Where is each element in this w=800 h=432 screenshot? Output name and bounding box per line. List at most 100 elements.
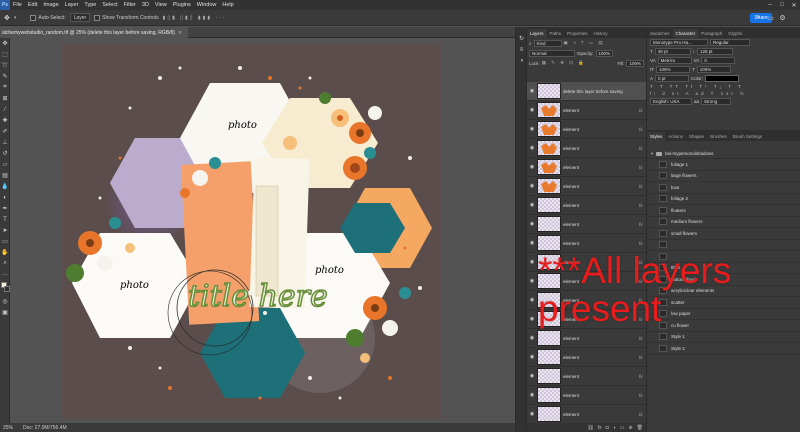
- move-tool-icon[interactable]: ✥: [4, 14, 10, 22]
- menu-type[interactable]: Type: [81, 2, 99, 8]
- style-item[interactable]: Style 1: [647, 332, 800, 343]
- eye-icon[interactable]: ◉: [529, 354, 535, 360]
- layer-row[interactable]: ◉ element fx: [527, 177, 647, 196]
- vertical-scale-field[interactable]: 100%: [656, 66, 690, 73]
- show-transform-checkbox[interactable]: [94, 14, 101, 21]
- type-style-buttons[interactable]: T T TT Tt T¹ T₁ T T: [647, 83, 800, 90]
- blend-mode-dropdown[interactable]: Normal: [529, 49, 575, 57]
- folder-icon[interactable]: ▭: [620, 425, 625, 431]
- eye-icon[interactable]: ◉: [529, 297, 535, 303]
- brush-tool-icon[interactable]: ✐: [0, 126, 10, 137]
- tab-actions[interactable]: Actions: [665, 132, 686, 141]
- path-select-tool-icon[interactable]: ➤: [0, 225, 10, 236]
- align-icons[interactable]: ▮▯▮ ▯▮▯ ▮▮▮ ···: [163, 15, 227, 21]
- quick-mask-icon[interactable]: ◎: [0, 296, 10, 307]
- menu-file[interactable]: File: [10, 2, 25, 8]
- close-icon[interactable]: ✕: [788, 0, 800, 10]
- style-item[interactable]: medium flowers: [647, 217, 800, 228]
- canvas-area[interactable]: photo photo photo title here: [10, 38, 515, 423]
- clone-stamp-tool-icon[interactable]: ⊥: [0, 137, 10, 148]
- minimize-icon[interactable]: –: [764, 0, 776, 10]
- styles-group[interactable]: ▾ bsi-mypersonalshadows: [647, 149, 800, 159]
- menu-filter[interactable]: Filter: [121, 2, 139, 8]
- workspace-icon[interactable]: ▭: [766, 13, 775, 22]
- adjustment-icon[interactable]: ◑: [613, 425, 616, 431]
- menu-edit[interactable]: Edit: [25, 2, 40, 8]
- eye-icon[interactable]: ◉: [529, 411, 535, 417]
- menu-image[interactable]: Image: [40, 2, 61, 8]
- photoshop-logo[interactable]: Ps: [0, 0, 10, 10]
- tracking-field[interactable]: 0: [701, 57, 736, 64]
- fill-field[interactable]: 100%: [626, 59, 644, 67]
- tab-glyphs[interactable]: Glyphs: [725, 29, 745, 38]
- type-tool-icon[interactable]: T: [0, 214, 10, 225]
- menu-help[interactable]: Help: [219, 2, 236, 8]
- eye-icon[interactable]: ◉: [529, 335, 535, 341]
- eye-icon[interactable]: ◉: [529, 221, 535, 227]
- crop-tool-icon[interactable]: ⌗: [0, 82, 10, 93]
- kerning-field[interactable]: Metrics: [657, 57, 692, 64]
- link-icon[interactable]: ⛓: [587, 425, 593, 431]
- eye-icon[interactable]: ◉: [529, 316, 535, 322]
- eye-icon[interactable]: ◉: [529, 183, 535, 189]
- baseline-field[interactable]: 0 pt: [655, 75, 690, 82]
- style-item[interactable]: small flowers: [647, 228, 800, 240]
- layer-row[interactable]: ◉ element fx: [527, 139, 647, 158]
- style-item[interactable]: foliage 2: [647, 194, 800, 205]
- document-tab[interactable]: alchemywebstudio_random.tif @ 25% (delet…: [0, 27, 188, 38]
- marquee-tool-icon[interactable]: ⬚: [0, 49, 10, 60]
- dodge-tool-icon[interactable]: ◐: [0, 192, 10, 203]
- layer-row[interactable]: ◉ element fx: [527, 386, 647, 405]
- style-item[interactable]: bow: [647, 182, 800, 194]
- blur-tool-icon[interactable]: 💧: [0, 181, 10, 192]
- tab-brushes[interactable]: Brushes: [707, 132, 730, 141]
- tab-shapes[interactable]: Shapes: [686, 132, 707, 141]
- tab-layers[interactable]: Layers: [527, 29, 547, 38]
- chevron-down-icon[interactable]: ▾: [651, 151, 653, 157]
- eyedropper-tool-icon[interactable]: ⁄: [0, 104, 10, 115]
- tab-brush-settings[interactable]: Brush Settings: [730, 132, 765, 141]
- zoom-level[interactable]: 25%: [3, 425, 13, 431]
- tab-properties[interactable]: Properties: [564, 29, 591, 38]
- layer-row[interactable]: ◉ delete this layer before saving: [527, 82, 647, 101]
- frame-tool-icon[interactable]: ⊠: [0, 93, 10, 104]
- eye-icon[interactable]: ◉: [529, 88, 535, 94]
- tool-preset-chevron-icon[interactable]: ▾: [14, 15, 17, 21]
- horizontal-scale-field[interactable]: 100%: [696, 66, 731, 73]
- eye-icon[interactable]: ◉: [529, 202, 535, 208]
- eye-icon[interactable]: ◉: [529, 392, 535, 398]
- kind-dropdown[interactable]: Kind: [533, 39, 562, 47]
- style-item[interactable]: foliage 1: [647, 159, 800, 171]
- tab-swatches[interactable]: Swatches: [647, 29, 673, 38]
- close-tab-icon[interactable]: ✕: [178, 30, 182, 36]
- tab-styles[interactable]: Styles: [647, 132, 666, 141]
- layer-row[interactable]: ◉ element fx: [527, 120, 647, 139]
- zoom-tool-icon[interactable]: ⌕: [0, 258, 10, 269]
- color-swatches[interactable]: [0, 280, 10, 296]
- auto-select-dropdown[interactable]: Layer: [69, 13, 91, 22]
- menu-plugins[interactable]: Plugins: [170, 2, 194, 8]
- auto-select-option[interactable]: Auto-Select:: [30, 14, 66, 21]
- layer-row[interactable]: ◉ element fx: [527, 196, 647, 215]
- gear-icon[interactable]: ⚙: [778, 13, 787, 22]
- eye-icon[interactable]: ◉: [529, 164, 535, 170]
- history-brush-tool-icon[interactable]: ↺: [0, 148, 10, 159]
- leading-field[interactable]: 128 pt: [697, 48, 733, 55]
- menu-layer[interactable]: Layer: [62, 2, 82, 8]
- eye-icon[interactable]: ◉: [529, 259, 535, 265]
- layer-row[interactable]: ◉ element fx: [527, 101, 647, 120]
- fx-icon[interactable]: fx: [598, 425, 602, 431]
- gradient-tool-icon[interactable]: ▤: [0, 170, 10, 181]
- eye-icon[interactable]: ◉: [529, 278, 535, 284]
- eye-icon[interactable]: ◉: [529, 126, 535, 132]
- pen-tool-icon[interactable]: ✒: [0, 203, 10, 214]
- style-item[interactable]: Style 2: [647, 343, 800, 355]
- style-item[interactable]: large flowers: [647, 171, 800, 182]
- eye-icon[interactable]: ◉: [529, 240, 535, 246]
- lock-icons[interactable]: ▦ ✎ ✥ ⊡ 🔒: [542, 60, 586, 66]
- tab-paragraph[interactable]: Paragraph: [698, 29, 725, 38]
- menu-3d[interactable]: 3D: [139, 2, 152, 8]
- hand-tool-icon[interactable]: ✋: [0, 247, 10, 258]
- layer-row[interactable]: ◉ element fx: [527, 215, 647, 234]
- language-dropdown[interactable]: English: USA: [650, 98, 692, 105]
